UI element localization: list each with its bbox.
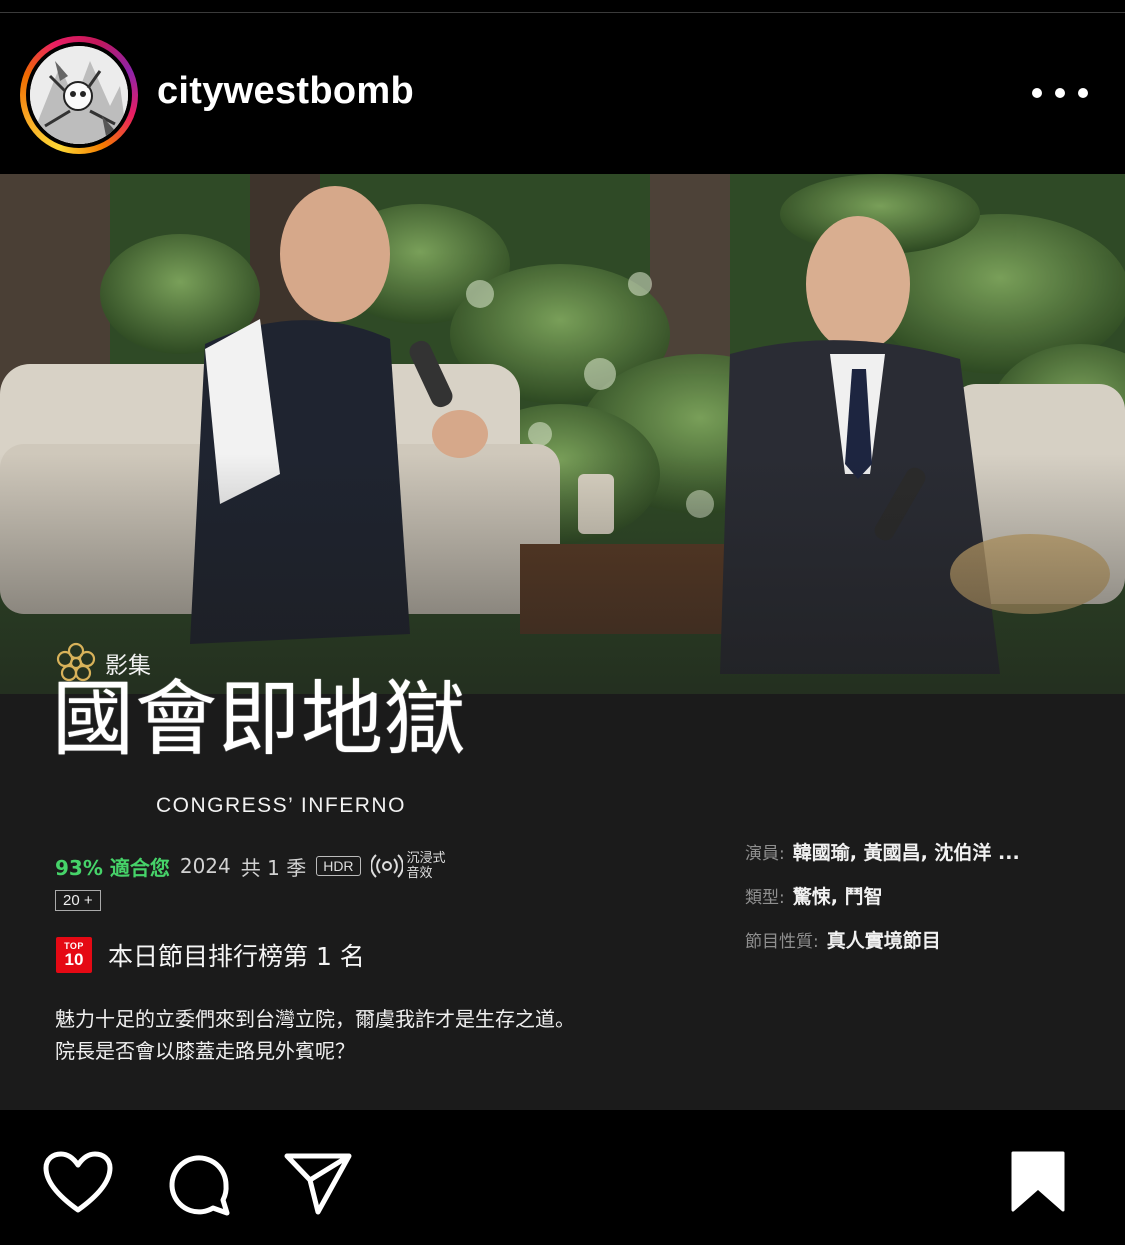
bookmark-icon[interactable] [1010, 1150, 1066, 1214]
cast-value: 韓國瑜, 黃國昌, 沈伯洋 ... [792, 842, 1020, 864]
maturity-rating: 20 + [55, 890, 101, 911]
genre-row: 類型: 驚悚, 鬥智 [745, 882, 1020, 926]
show-info-panel: 影集 國會即地獄 CONGRESS’ INFERNO 93% 適合您 2024 … [0, 174, 1125, 1110]
hdr-badge: HDR [316, 856, 361, 876]
cast-row: 演員: 韓國瑜, 黃國昌, 沈伯洋 ... [745, 838, 1020, 882]
post-header: citywestbomb [0, 13, 1125, 174]
season-count: 共 1 季 [240, 855, 307, 880]
genre-value: 驚悚, 鬥智 [792, 886, 883, 908]
story-ring[interactable] [20, 36, 138, 154]
post-image[interactable]: 影集 國會即地獄 CONGRESS’ INFERNO 93% 適合您 2024 … [0, 174, 1125, 1110]
top10-icon: TOP 10 [56, 937, 92, 973]
synopsis-line-1: 魅力十足的立委們來到台灣立院，爾虞我詐才是生存之道。 [55, 1007, 575, 1031]
release-year: 2024 [179, 854, 231, 878]
rank-text: 本日節目排行榜第 1 名 [108, 942, 365, 971]
spatial-audio-badge: 沉浸式 音效 [370, 850, 446, 882]
heart-icon[interactable] [42, 1150, 114, 1216]
avatar[interactable] [30, 46, 128, 144]
spatial-audio-icon [370, 854, 403, 878]
credits: 演員: 韓國瑜, 黃國昌, 沈伯洋 ... 類型: 驚悚, 鬥智 節目性質: 真… [745, 838, 1020, 970]
meta-row: 93% 適合您 2024 共 1 季 HDR 沉浸式 音效 [55, 850, 446, 882]
comment-icon[interactable] [164, 1150, 234, 1220]
avatar-illustration [30, 46, 128, 144]
match-score: 93% 適合您 [55, 855, 170, 880]
show-subtitle: CONGRESS’ INFERNO [156, 794, 406, 817]
synopsis: 魅力十足的立委們來到台灣立院，爾虞我詐才是生存之道。 院長是否會以膝蓋走路見外賓… [55, 1003, 695, 1067]
more-options-icon[interactable] [1030, 75, 1090, 111]
audio-label-2: 音效 [406, 866, 433, 881]
show-type-value: 真人實境節目 [826, 930, 941, 952]
synopsis-line-2: 院長是否會以膝蓋走路見外賓呢？ [55, 1039, 355, 1063]
action-bar [0, 1110, 1125, 1245]
top10-row: TOP 10 本日節目排行榜第 1 名 [56, 937, 365, 973]
username[interactable]: citywestbomb [157, 70, 414, 113]
show-type-row: 節目性質: 真人實境節目 [745, 926, 1020, 970]
audio-label-1: 沉浸式 [406, 851, 446, 866]
send-icon[interactable] [282, 1150, 354, 1218]
show-title: 國會即地獄 [52, 672, 468, 767]
